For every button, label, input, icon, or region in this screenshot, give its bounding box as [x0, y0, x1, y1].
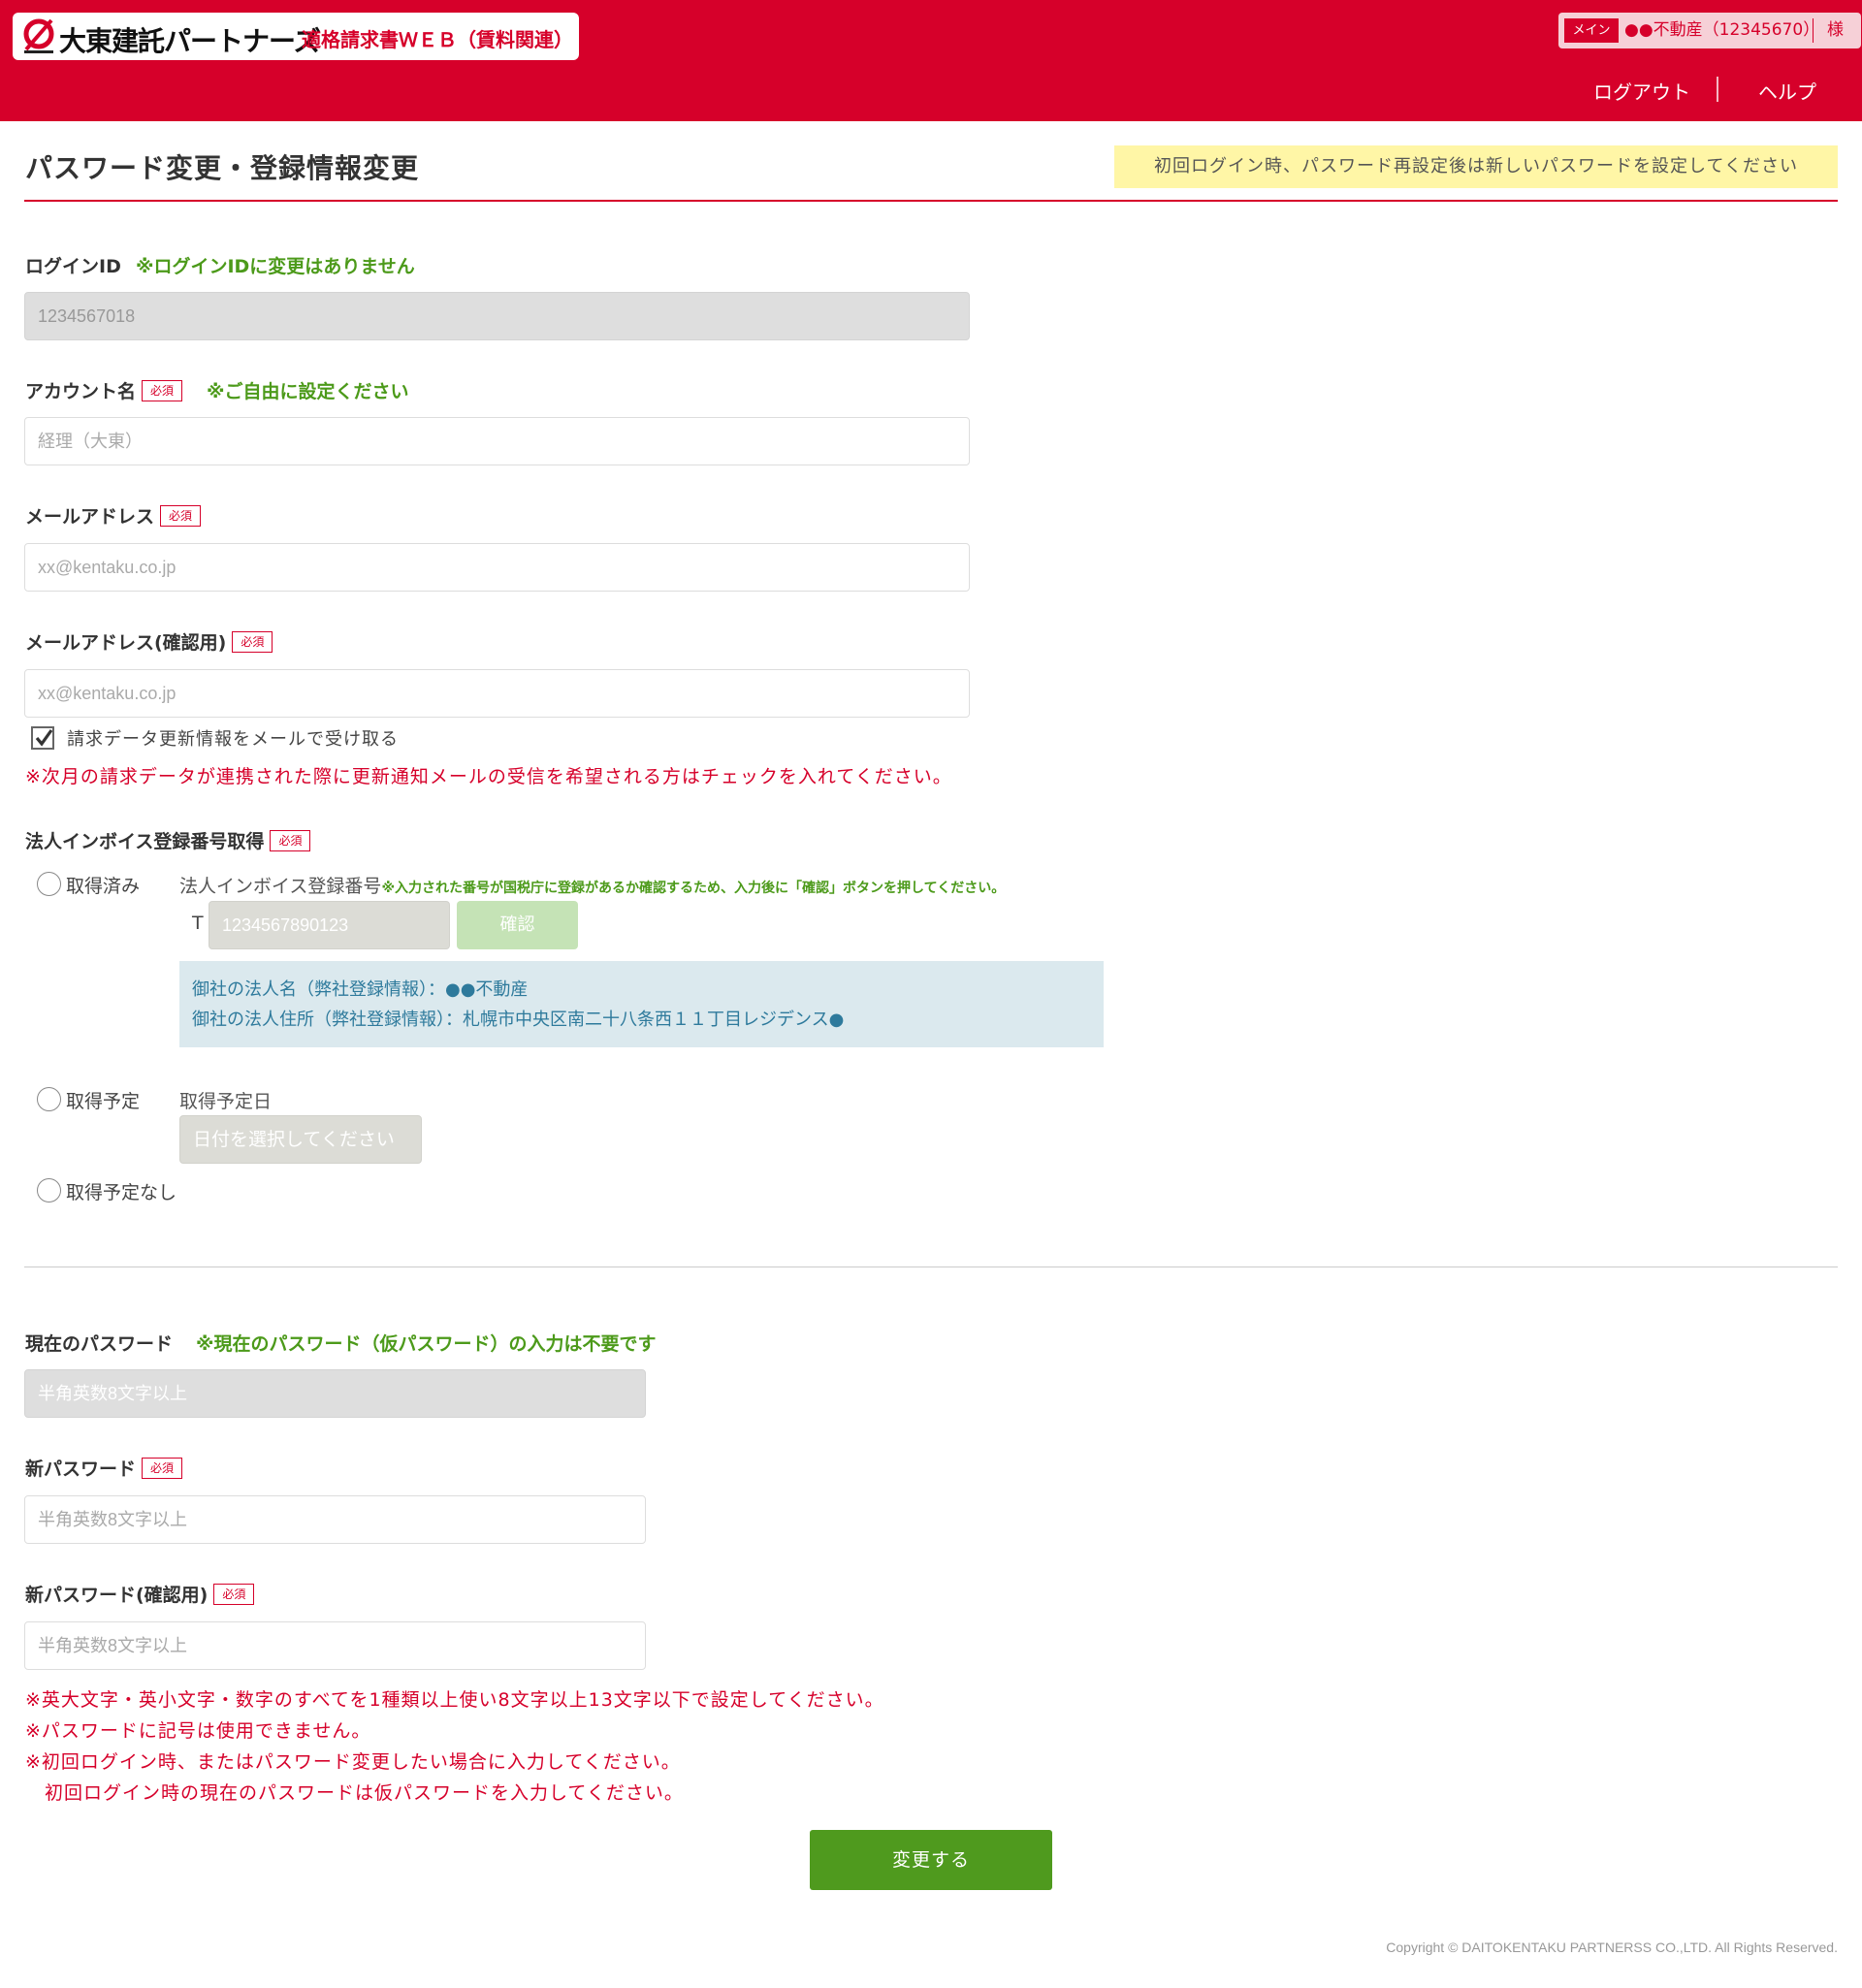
company-name-info: 御社の法人名（弊社登録情報）：●●不動産: [192, 979, 529, 1000]
user-info: メイン ●●不動産（12345670） 様: [1558, 13, 1861, 48]
notify-checkbox-label[interactable]: 請求データ更新情報をメールで受け取る: [67, 725, 399, 751]
invoice-label-text: 法人インボイス登録番号取得: [25, 831, 265, 852]
radio-planned-label[interactable]: 取得予定: [66, 1087, 140, 1113]
email-label: メールアドレス 必須: [25, 502, 202, 529]
email-confirm-label: メールアドレス(確認用) 必須: [25, 628, 273, 655]
notify-checkbox[interactable]: [31, 726, 54, 750]
planned-date-picker[interactable]: 日付を選択してください: [179, 1115, 422, 1164]
password-note: ※パスワードに記号は使用できません。: [25, 1720, 371, 1742]
password-note: 初回ログイン時の現在のパスワードは仮パスワードを入力してください。: [25, 1782, 684, 1804]
help-link[interactable]: ヘルプ: [1758, 77, 1816, 105]
radio-none-label[interactable]: 取得予定なし: [66, 1178, 177, 1204]
invoice-number-hint: ※入力された番号が国税庁に登録があるか確認するため、入力後に「確認」ボタンを押し…: [381, 881, 1006, 896]
radio-planned[interactable]: [37, 1087, 61, 1111]
invoice-number-input[interactable]: 1234567890123: [209, 901, 450, 949]
company-info-box: 御社の法人名（弊社登録情報）：●●不動産 御社の法人住所（弊社登録情報）：札幌市…: [179, 961, 1104, 1047]
submit-button[interactable]: 変更する: [810, 1830, 1052, 1890]
required-badge: 必須: [142, 380, 183, 401]
notify-note: ※次月の請求データが連携された際に更新通知メールの受信を希望される方はチェックを…: [25, 766, 952, 787]
current-password-label: 現在のパスワード: [25, 1333, 174, 1355]
login-id-field: 1234567018: [24, 292, 970, 340]
app-title: 適格請求書ＷＥＢ（賃料関連）: [302, 28, 573, 51]
brand-logo-box[interactable]: 大東建託パートナーズ 適格請求書ＷＥＢ（賃料関連）: [13, 13, 579, 60]
email-confirm-input[interactable]: xx@kentaku.co.jp: [24, 669, 970, 718]
login-id-label: ログインID: [25, 256, 121, 277]
radio-none[interactable]: [37, 1178, 61, 1202]
email-input[interactable]: xx@kentaku.co.jp: [24, 543, 970, 592]
radio-acquired-label[interactable]: 取得済み: [66, 872, 140, 898]
current-password-field: 半角英数8文字以上: [24, 1369, 646, 1418]
new-password-label-text: 新パスワード: [25, 1459, 137, 1480]
invoice-label: 法人インボイス登録番号取得 必須: [25, 827, 311, 853]
user-name: ●●不動産（12345670）: [1624, 20, 1820, 40]
invoice-number-label-text: 法人インボイス登録番号: [179, 876, 382, 897]
title-underline: [24, 200, 1838, 202]
account-name-input[interactable]: 経理（大東）: [24, 417, 970, 465]
user-suffix: 様: [1827, 20, 1844, 40]
new-password-confirm-label-text: 新パスワード(確認用): [25, 1585, 209, 1606]
invoice-number-label: 法人インボイス登録番号※入力された番号が国税庁に登録があるか確認するため、入力後…: [179, 872, 1005, 898]
login-id-hint: ※ログインIDに変更はありません: [136, 256, 415, 277]
account-name-label: アカウント名 必須: [25, 377, 183, 403]
password-note: ※英大文字・英小文字・数字のすべてを1種類以上使い8文字以上13文字以下で設定し…: [25, 1689, 884, 1711]
invoice-prefix: T: [192, 913, 204, 934]
required-badge: 必須: [232, 631, 273, 653]
current-password-hint: ※現在のパスワード（仮パスワード）の入力は不要です: [196, 1333, 657, 1355]
user-separator: [1813, 18, 1814, 43]
new-password-confirm-input[interactable]: 半角英数8文字以上: [24, 1621, 646, 1670]
app-header: 大東建託パートナーズ 適格請求書ＷＥＢ（賃料関連） メイン ●●不動産（1234…: [0, 0, 1862, 121]
password-note: ※初回ログイン時、またはパスワード変更したい場合に入力してください。: [25, 1751, 681, 1773]
account-name-hint: ※ご自由に設定ください: [207, 381, 409, 402]
account-type-badge: メイン: [1564, 18, 1619, 43]
account-name-label-text: アカウント名: [25, 381, 137, 402]
required-badge: 必須: [142, 1458, 183, 1479]
nav-separator: [1717, 77, 1718, 102]
company-address-info: 御社の法人住所（弊社登録情報）：札幌市中央区南二十八条西１１丁目レジデンス●: [192, 1010, 845, 1030]
email-confirm-label-text: メールアドレス(確認用): [25, 632, 227, 654]
copyright: Copyright © DAITOKENTAKU PARTNERSS CO.,L…: [1386, 1940, 1838, 1955]
required-badge: 必須: [160, 505, 202, 527]
new-password-confirm-label: 新パスワード(確認用) 必須: [25, 1581, 255, 1607]
radio-acquired[interactable]: [37, 872, 61, 896]
checkmark-icon: [35, 729, 53, 747]
brand-logo-icon: [23, 18, 54, 53]
required-badge: 必須: [213, 1584, 255, 1605]
page-title: パスワード変更・登録情報変更: [25, 152, 420, 184]
planned-date-label: 取得予定日: [179, 1091, 273, 1112]
first-login-notice: 初回ログイン時、パスワード再設定後は新しいパスワードを設定してください: [1114, 145, 1838, 188]
new-password-input[interactable]: 半角英数8文字以上: [24, 1495, 646, 1544]
logout-link[interactable]: ログアウト: [1593, 77, 1690, 105]
brand-name: 大東建託パートナーズ: [59, 25, 321, 57]
confirm-button[interactable]: 確認: [457, 901, 578, 949]
email-label-text: メールアドレス: [25, 506, 155, 528]
new-password-label: 新パスワード 必須: [25, 1455, 183, 1481]
required-badge: 必須: [270, 830, 311, 851]
